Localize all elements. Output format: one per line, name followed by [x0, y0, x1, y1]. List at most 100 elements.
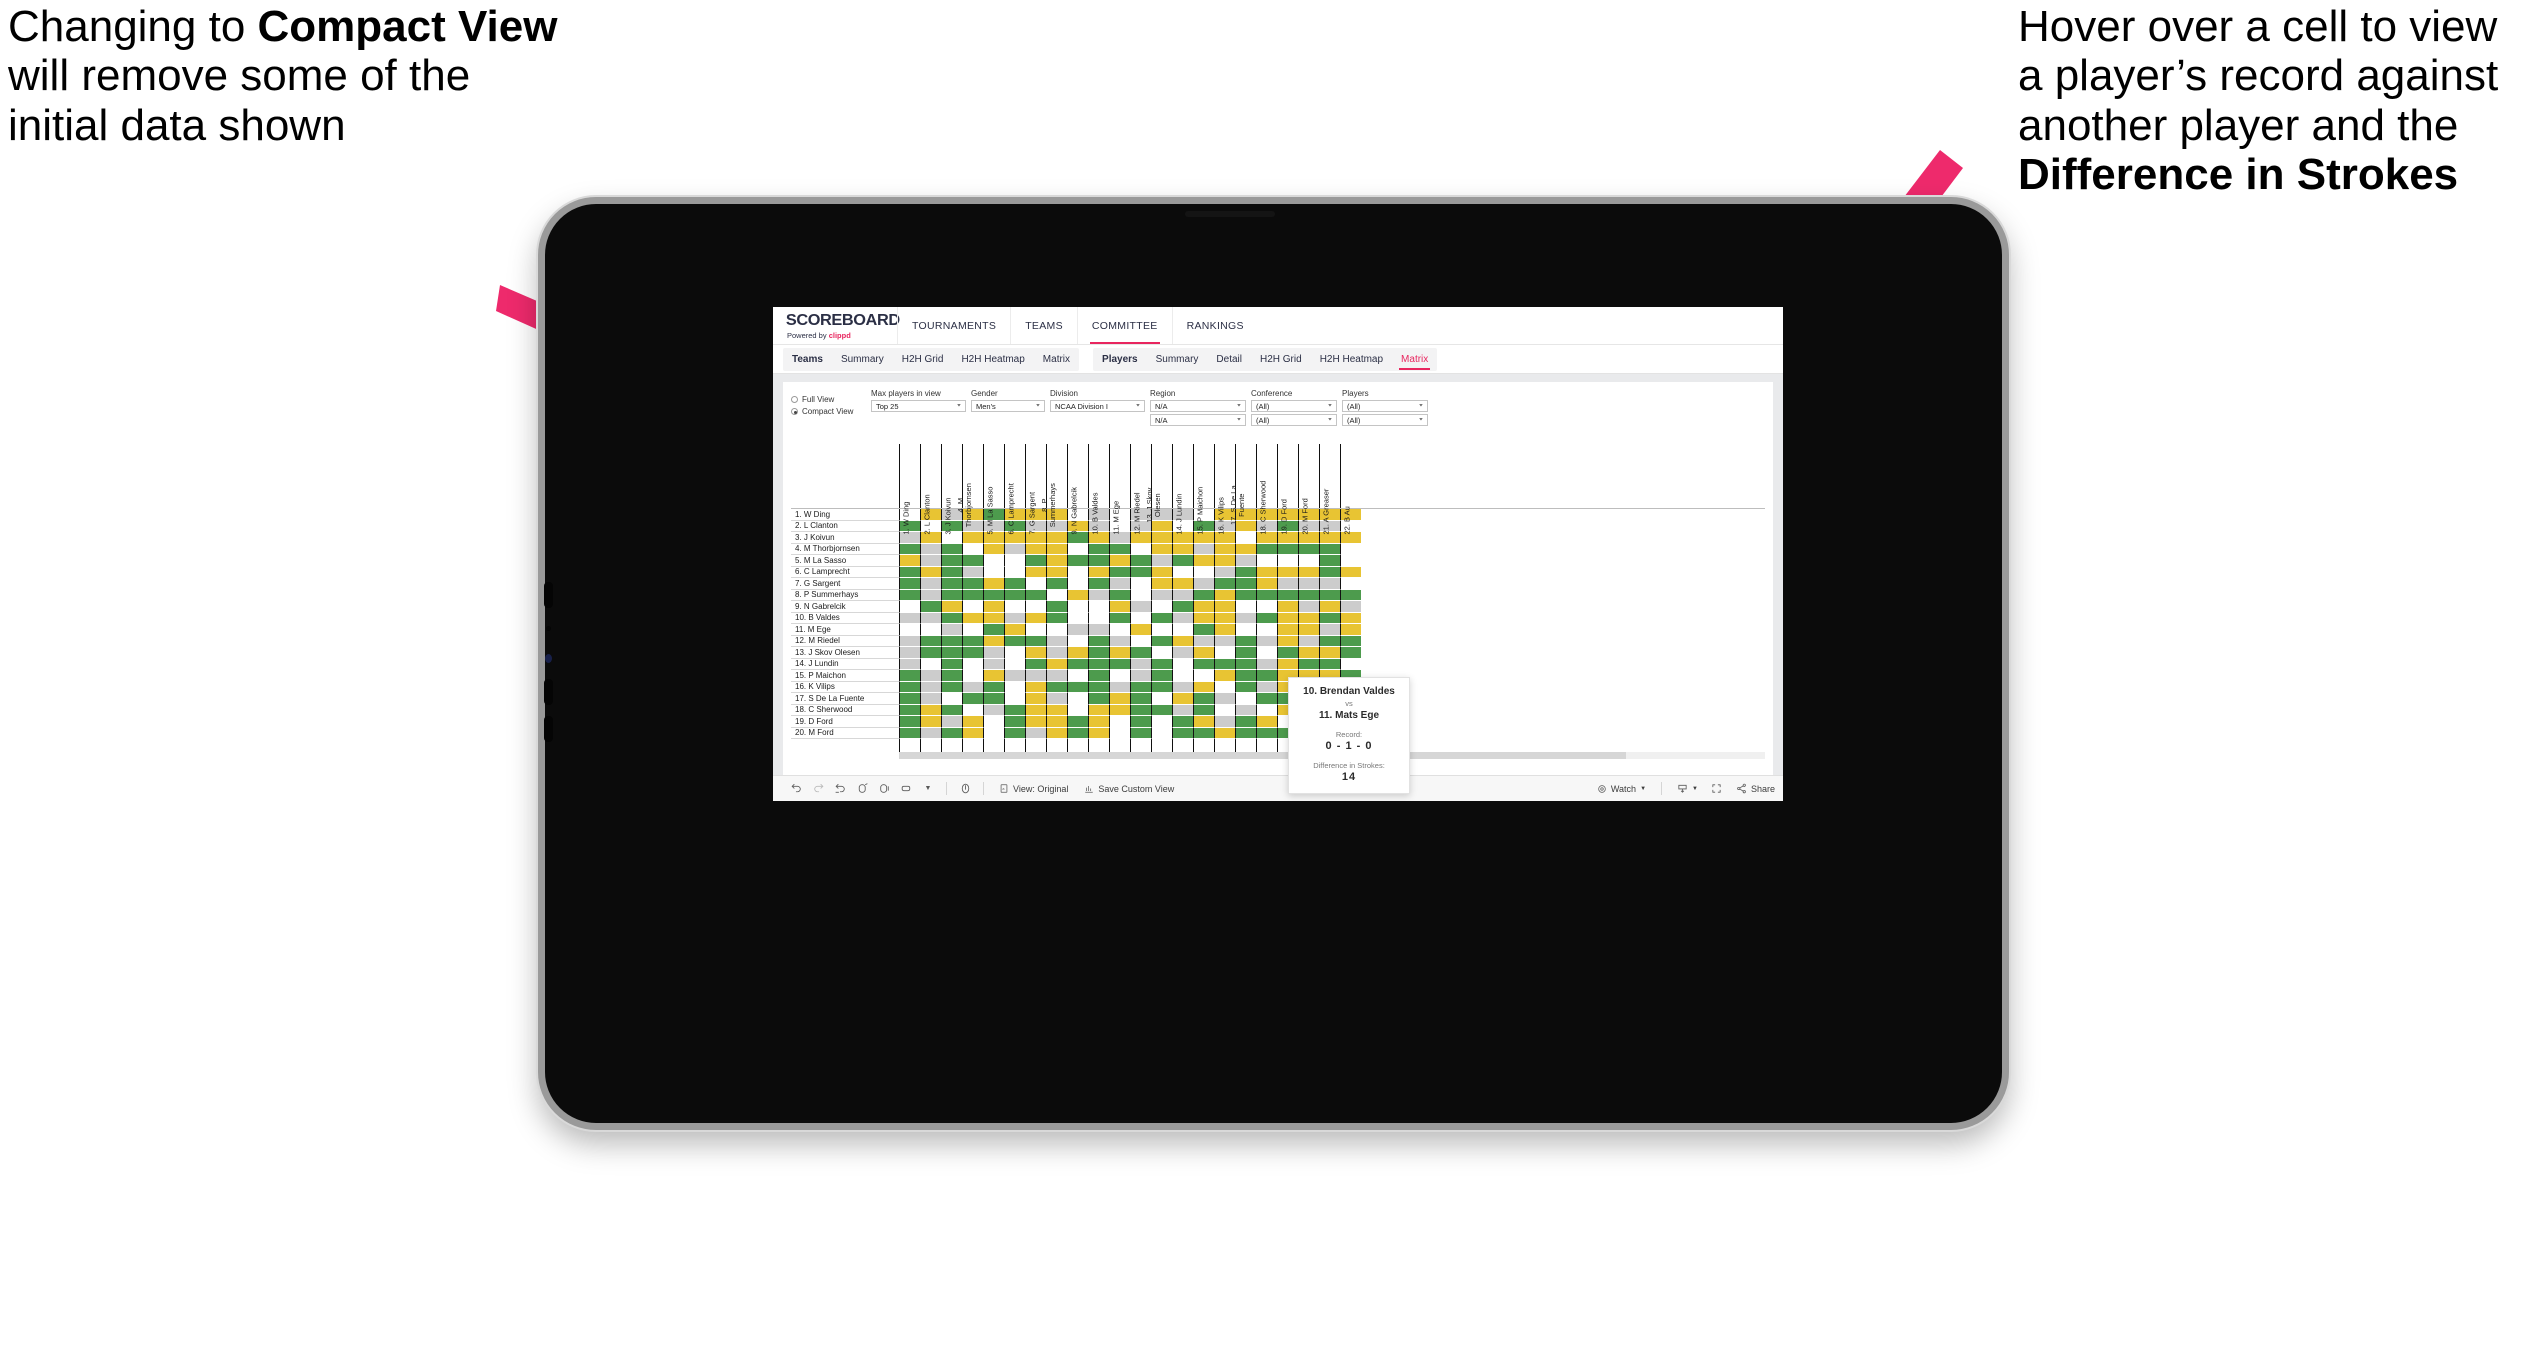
matrix-cell[interactable] — [1340, 658, 1361, 670]
matrix-cell[interactable] — [899, 693, 920, 705]
matrix-cell[interactable] — [1025, 635, 1046, 647]
subtab-teams[interactable]: Teams — [783, 348, 832, 371]
matrix-cell[interactable] — [1046, 589, 1067, 601]
matrix-cell[interactable] — [1025, 693, 1046, 705]
matrix-cell[interactable] — [941, 693, 962, 705]
matrix-cell[interactable] — [962, 612, 983, 624]
matrix-cell[interactable] — [983, 566, 1004, 578]
matrix-cell[interactable] — [1130, 658, 1151, 670]
matrix-cell[interactable] — [1172, 624, 1193, 636]
matrix-cell[interactable] — [1340, 555, 1361, 567]
matrix-cell[interactable] — [1088, 681, 1109, 693]
matrix-cell[interactable] — [1256, 716, 1277, 728]
matrix-cell[interactable] — [1004, 647, 1025, 659]
matrix-cell[interactable] — [1172, 543, 1193, 555]
matrix-cell[interactable] — [899, 543, 920, 555]
matrix-cell[interactable] — [1298, 601, 1319, 613]
matrix-cell[interactable] — [1109, 716, 1130, 728]
matrix-cell[interactable] — [1319, 601, 1340, 613]
matrix-cell[interactable] — [1046, 681, 1067, 693]
matrix-cell[interactable] — [1151, 566, 1172, 578]
matrix-cell[interactable] — [962, 727, 983, 739]
matrix-cell[interactable] — [1256, 635, 1277, 647]
matrix-cell[interactable] — [1340, 647, 1361, 659]
matrix-cell[interactable] — [899, 566, 920, 578]
matrix-cell[interactable] — [1256, 612, 1277, 624]
matrix-cell[interactable] — [1256, 681, 1277, 693]
filter-conference-select[interactable]: (All) ▼ — [1251, 400, 1337, 412]
matrix-cell[interactable] — [1130, 578, 1151, 590]
matrix-cell[interactable] — [1067, 578, 1088, 590]
matrix-cell[interactable] — [1130, 589, 1151, 601]
app-logo[interactable]: SCOREBOARD Powered by clippd — [773, 307, 900, 344]
matrix-cell[interactable] — [1088, 658, 1109, 670]
view-original-button[interactable]: a View: Original — [991, 783, 1076, 794]
watch-button[interactable]: Watch ▼ — [1589, 784, 1654, 794]
matrix-cell[interactable] — [1340, 589, 1361, 601]
matrix-row-label[interactable]: 6. C Lamprecht — [791, 566, 899, 578]
matrix-cell[interactable] — [1109, 670, 1130, 682]
matrix-cell[interactable] — [1025, 601, 1046, 613]
matrix-cell[interactable] — [1172, 601, 1193, 613]
matrix-cell[interactable] — [1130, 704, 1151, 716]
matrix-cell[interactable] — [1109, 693, 1130, 705]
matrix-cell[interactable] — [1277, 601, 1298, 613]
matrix-cell[interactable] — [941, 624, 962, 636]
matrix-cell[interactable] — [1151, 727, 1172, 739]
matrix-cell[interactable] — [962, 716, 983, 728]
matrix-cell[interactable] — [1235, 612, 1256, 624]
matrix-cell[interactable] — [1193, 589, 1214, 601]
matrix-cell[interactable] — [1193, 601, 1214, 613]
matrix-cell[interactable] — [1193, 543, 1214, 555]
matrix-cell[interactable] — [1214, 589, 1235, 601]
matrix-cell[interactable] — [1214, 624, 1235, 636]
matrix-cell[interactable] — [899, 647, 920, 659]
matrix-cell[interactable] — [1235, 716, 1256, 728]
matrix-cell[interactable] — [1235, 670, 1256, 682]
matrix-cell[interactable] — [1214, 681, 1235, 693]
matrix-cell[interactable] — [1214, 647, 1235, 659]
matrix-cell[interactable] — [1130, 647, 1151, 659]
matrix-cell[interactable] — [962, 647, 983, 659]
matrix-cell[interactable] — [1256, 704, 1277, 716]
matrix-cell[interactable] — [1151, 716, 1172, 728]
matrix-row-label[interactable]: 13. J Skov Olesen — [791, 647, 899, 659]
matrix-cell[interactable] — [1130, 555, 1151, 567]
matrix-cell[interactable] — [920, 670, 941, 682]
matrix-col-header[interactable]: 5. M La Sasso — [983, 444, 1004, 534]
subtab-players-h2h-heatmap[interactable]: H2H Heatmap — [1311, 348, 1392, 371]
topnav-committee[interactable]: COMMITTEE — [1076, 307, 1172, 344]
matrix-cell[interactable] — [1151, 601, 1172, 613]
matrix-cell[interactable] — [1130, 566, 1151, 578]
matrix-cell[interactable] — [1214, 612, 1235, 624]
matrix-cell[interactable] — [1214, 543, 1235, 555]
matrix-cell[interactable] — [1172, 727, 1193, 739]
filter-conference-select-2[interactable]: (All) ▼ — [1251, 414, 1337, 426]
matrix-cell[interactable] — [1088, 601, 1109, 613]
fullscreen-icon[interactable] — [1706, 783, 1728, 794]
subtab-players[interactable]: Players — [1093, 348, 1147, 371]
matrix-cell[interactable] — [1067, 612, 1088, 624]
matrix-cell[interactable] — [1130, 681, 1151, 693]
matrix-cell[interactable] — [1214, 566, 1235, 578]
matrix-cell[interactable] — [1256, 566, 1277, 578]
matrix-cell[interactable] — [1067, 635, 1088, 647]
matrix-cell[interactable] — [1193, 555, 1214, 567]
matrix-cell[interactable] — [1088, 727, 1109, 739]
matrix-cell[interactable] — [1067, 624, 1088, 636]
matrix-cell[interactable] — [1193, 658, 1214, 670]
matrix-cell[interactable] — [1193, 670, 1214, 682]
matrix-cell[interactable] — [962, 601, 983, 613]
matrix-cell[interactable] — [1004, 658, 1025, 670]
matrix-cell[interactable] — [962, 693, 983, 705]
matrix-cell[interactable] — [920, 704, 941, 716]
matrix-cell[interactable] — [1088, 716, 1109, 728]
matrix-cell[interactable] — [1088, 635, 1109, 647]
download-button[interactable]: ▼ — [1669, 783, 1706, 794]
matrix-cell[interactable] — [1025, 578, 1046, 590]
matrix-cell[interactable] — [941, 727, 962, 739]
matrix-cell[interactable] — [1067, 589, 1088, 601]
refresh-icon[interactable] — [851, 782, 873, 795]
matrix-cell[interactable] — [1277, 612, 1298, 624]
matrix-cell[interactable] — [1004, 612, 1025, 624]
